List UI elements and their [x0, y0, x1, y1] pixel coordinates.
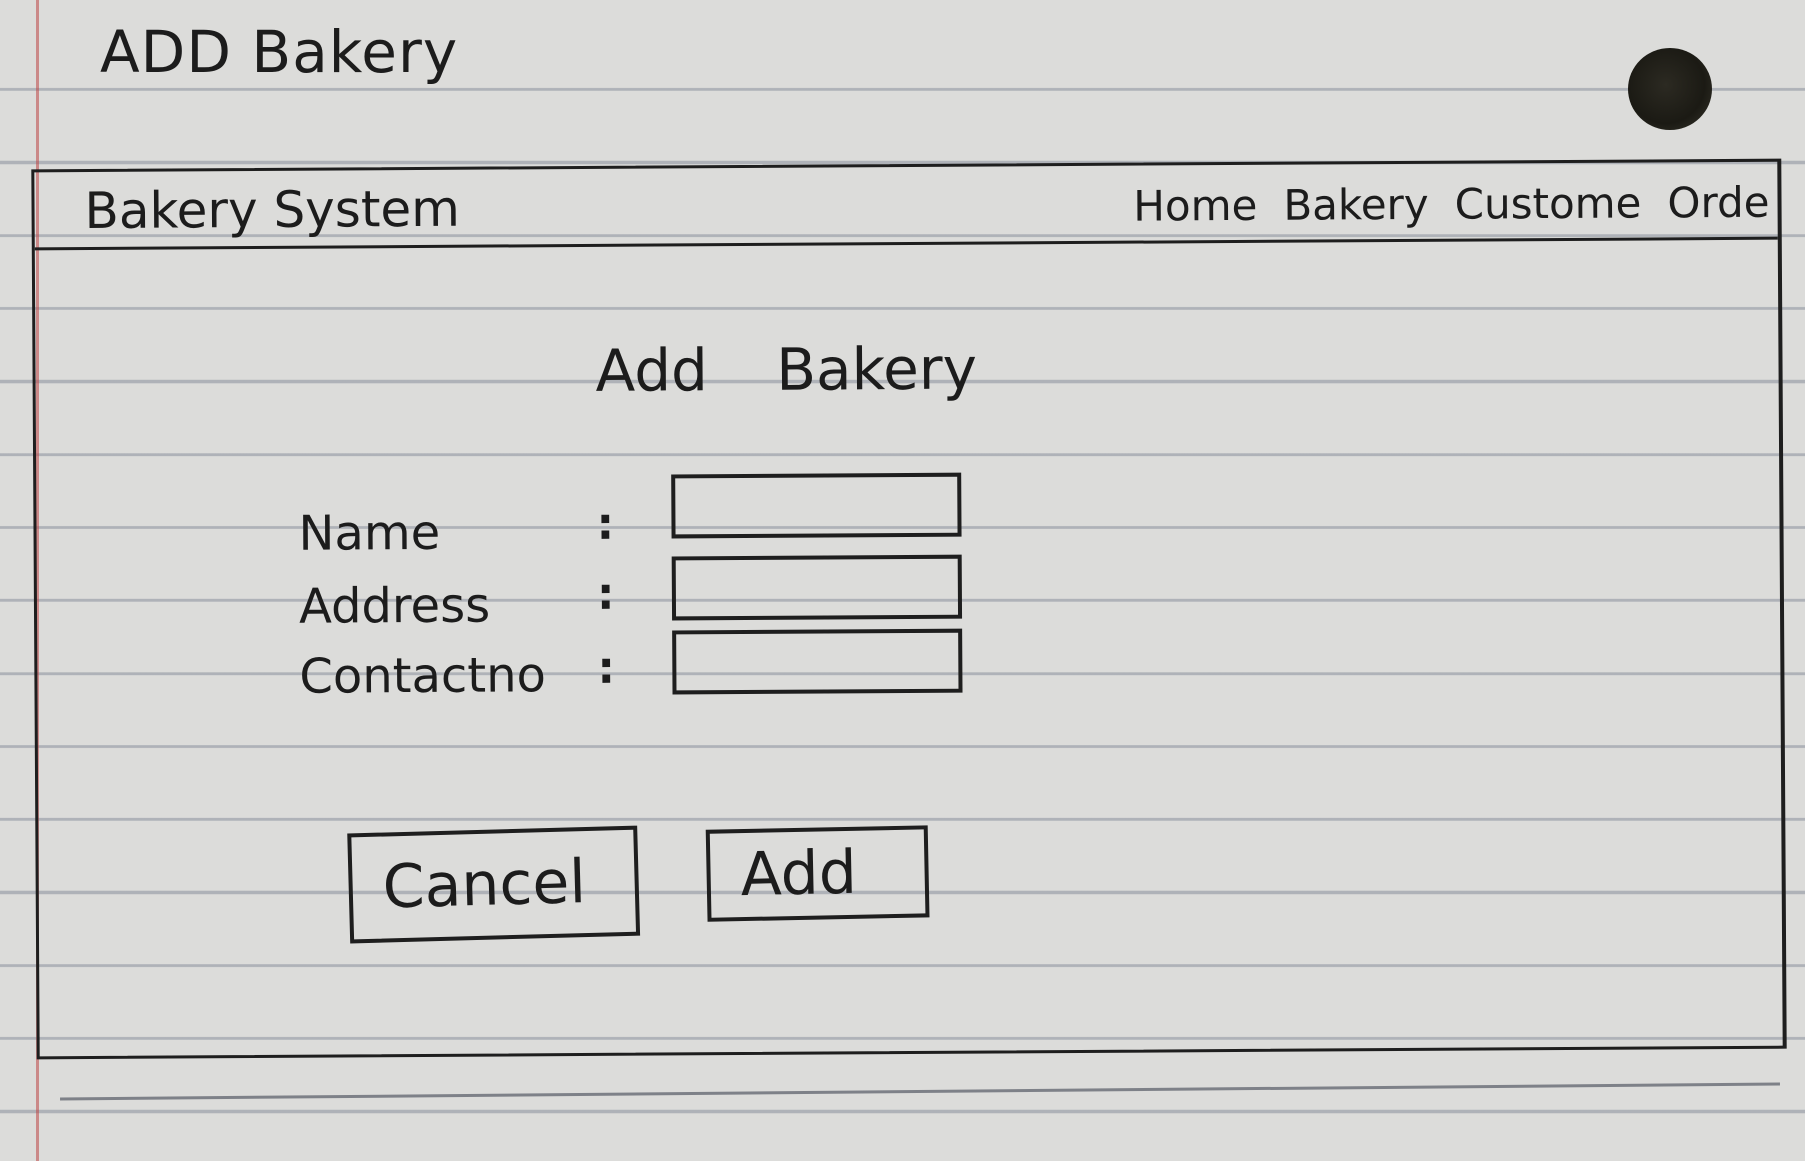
- brand-title: Bakery System: [84, 179, 461, 241]
- nav-link-home[interactable]: Home: [1133, 181, 1257, 231]
- contactno-label: Contactno: [299, 647, 547, 705]
- name-input[interactable]: [671, 472, 962, 539]
- app-window: Bakery System Home Bakery Custome Orde A…: [31, 158, 1787, 1060]
- sketch-title: ADD Bakery: [100, 18, 459, 86]
- address-input[interactable]: [671, 554, 963, 621]
- add-button[interactable]: Add: [705, 825, 930, 922]
- nav-link-customer[interactable]: Custome: [1455, 179, 1642, 229]
- address-label: Address: [298, 577, 491, 635]
- nav-links: Home Bakery Custome Orde: [1133, 178, 1770, 231]
- name-colon: :: [596, 498, 615, 550]
- navbar: Bakery System Home Bakery Custome Orde: [34, 161, 1778, 251]
- nav-link-bakery[interactable]: Bakery: [1283, 180, 1429, 230]
- name-label: Name: [298, 504, 441, 562]
- cancel-button[interactable]: Cancel: [347, 825, 641, 944]
- contactno-colon: :: [597, 642, 616, 694]
- page-bottom-edge: [60, 1082, 1780, 1101]
- nav-link-order[interactable]: Orde: [1667, 178, 1769, 228]
- form-heading: Add Bakery: [595, 334, 978, 405]
- punch-hole-mark: [1628, 48, 1712, 130]
- address-colon: :: [596, 568, 615, 620]
- contactno-input[interactable]: [672, 628, 963, 695]
